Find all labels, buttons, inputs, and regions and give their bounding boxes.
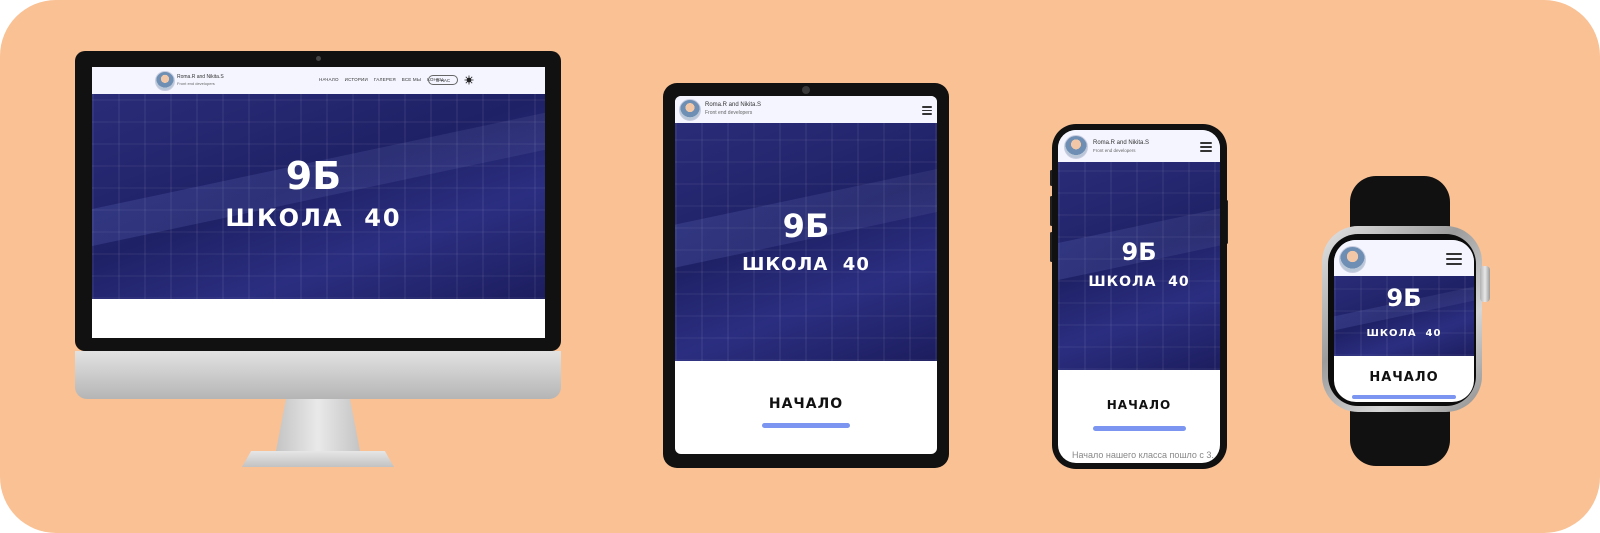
hamburger-menu-icon[interactable] xyxy=(922,106,932,115)
desktop-monitor-chin xyxy=(75,351,561,399)
desktop-stand-neck xyxy=(276,399,360,451)
desktop-hero: 9Б ШКОЛА 40 xyxy=(92,94,545,299)
desktop-brand-name: Roma.R and Nikita.S xyxy=(177,74,224,80)
hero-subtitle: ШКОЛА 40 xyxy=(1366,328,1442,339)
mockup-background: Roma.R and Nikita.S Front end developers… xyxy=(0,0,1600,533)
section-start-title: НАЧАЛО xyxy=(1369,370,1439,385)
watch-crown xyxy=(1480,266,1490,302)
nav-item-start[interactable]: НАЧАЛО xyxy=(319,77,339,82)
hamburger-menu-icon[interactable] xyxy=(1200,142,1212,152)
section-paragraph: Начало нашего класса пошло с 3... xyxy=(1072,450,1219,460)
nav-item-all-of-us[interactable]: ВСЕ МЫ xyxy=(402,77,421,82)
sun-moon-icon[interactable] xyxy=(464,75,474,85)
tablet-camera xyxy=(802,86,810,94)
hero-title: 9Б xyxy=(1121,238,1157,266)
phone-brand-name: Roma.R and Nikita.S xyxy=(1093,140,1150,146)
tablet-brand-name: Roma.R and Nikita.S xyxy=(705,102,762,108)
nav-item-stories[interactable]: ИСТОРИИ xyxy=(345,77,368,82)
hero-title: 9Б xyxy=(285,154,342,198)
tablet-hero: 9Б ШКОЛА 40 xyxy=(675,123,937,361)
tablet-avatar[interactable] xyxy=(679,99,701,121)
about-button[interactable]: О НАС xyxy=(428,75,458,85)
tablet-brand-role: Front end developers xyxy=(705,110,753,116)
desktop-camera xyxy=(316,56,321,61)
phone-hero: 9Б ШКОЛА 40 xyxy=(1058,162,1220,370)
watch-screen: 9Б ШКОЛА 40 НАЧАЛО xyxy=(1334,240,1474,402)
phone-avatar[interactable] xyxy=(1064,135,1088,159)
phone-header: Roma.R and Nikita.S Front end developers xyxy=(1058,130,1220,162)
hero-subtitle: ШКОЛА 40 xyxy=(1088,274,1190,290)
hero-title: 9Б xyxy=(782,207,830,245)
hero-subtitle: ШКОЛА 40 xyxy=(225,204,402,232)
section-underline xyxy=(762,423,850,428)
section-underline xyxy=(1352,395,1456,399)
desktop-screen: Roma.R and Nikita.S Front end developers… xyxy=(92,67,545,338)
tablet-screen: Roma.R and Nikita.S Front end developers… xyxy=(675,96,937,454)
watch-avatar[interactable] xyxy=(1339,246,1366,273)
desktop-avatar[interactable] xyxy=(155,71,175,91)
desktop-header: Roma.R and Nikita.S Front end developers… xyxy=(92,67,545,94)
phone-screen: Roma.R and Nikita.S Front end developers… xyxy=(1058,130,1220,463)
hero-subtitle: ШКОЛА 40 xyxy=(742,254,870,275)
section-underline xyxy=(1093,426,1186,431)
nav-item-gallery[interactable]: ГАЛЕРЕЯ xyxy=(374,77,396,82)
watch-header xyxy=(1334,240,1474,276)
desktop-nav: НАЧАЛО ИСТОРИИ ГАЛЕРЕЯ ВСЕ МЫ КОНЕЦ xyxy=(319,77,444,82)
hero-title: 9Б xyxy=(1386,284,1422,312)
phone-brand-role: Front end developers xyxy=(1093,148,1136,153)
watch-hero: 9Б ШКОЛА 40 xyxy=(1334,276,1474,356)
section-start-title: НАЧАЛО xyxy=(1106,398,1172,412)
desktop-stand-base xyxy=(242,451,394,467)
desktop-brand-role: Front end developers xyxy=(177,81,215,86)
section-start-title: НАЧАЛО xyxy=(768,396,844,412)
hamburger-menu-icon[interactable] xyxy=(1446,253,1462,265)
tablet-header: Roma.R and Nikita.S Front end developers xyxy=(675,96,937,123)
